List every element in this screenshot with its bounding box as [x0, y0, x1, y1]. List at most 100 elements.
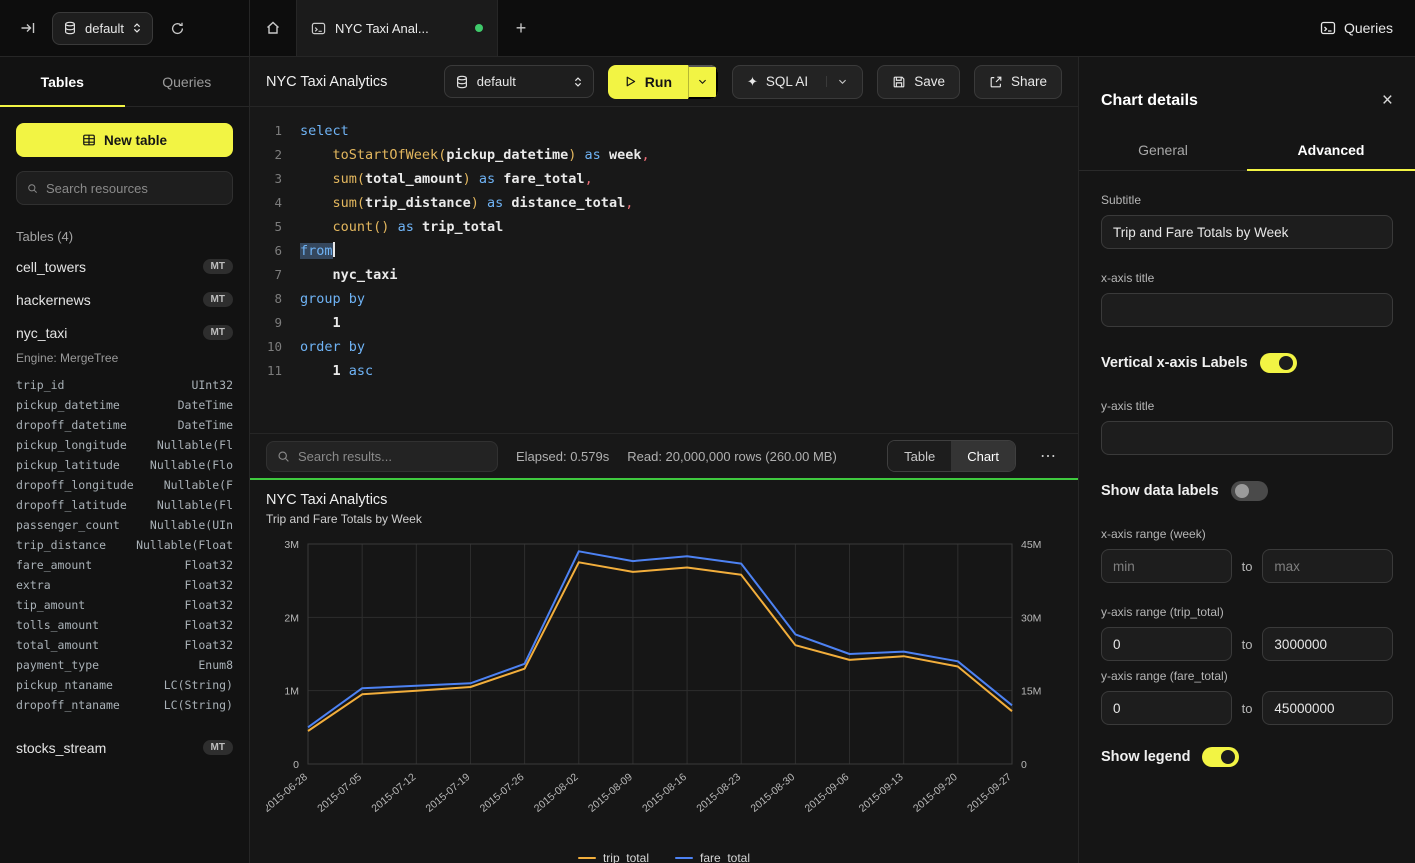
table-item-nyc-taxi[interactable]: nyc_taxi MT — [0, 316, 249, 349]
column-name: pickup_longitude — [16, 435, 127, 455]
view-toggle: Table Chart — [887, 440, 1016, 472]
save-button[interactable]: Save — [877, 65, 960, 99]
column-row[interactable]: tolls_amountFloat32 — [16, 615, 233, 635]
sql-ai-button[interactable]: ✦ SQL AI — [732, 65, 863, 99]
table-grid-icon — [82, 133, 96, 147]
editor-line[interactable]: 11 1 asc — [250, 359, 1078, 383]
column-row[interactable]: dropoff_datetimeDateTime — [16, 415, 233, 435]
editor-line[interactable]: 3 sum(total_amount) as fare_total, — [250, 167, 1078, 191]
legend-item-fare_total[interactable]: fare_total — [675, 851, 750, 863]
subtitle-input[interactable] — [1101, 215, 1393, 249]
query-database-selector[interactable]: default — [444, 65, 594, 98]
column-row[interactable]: trip_distanceNullable(Float — [16, 535, 233, 555]
column-row[interactable]: dropoff_ntanameLC(String) — [16, 695, 233, 715]
queries-button[interactable]: Queries — [1320, 20, 1393, 36]
svg-text:30M: 30M — [1021, 612, 1041, 624]
home-icon[interactable] — [250, 0, 296, 56]
vertical-x-axis-labels-toggle[interactable] — [1260, 353, 1297, 373]
view-toggle-table[interactable]: Table — [888, 441, 951, 471]
column-row[interactable]: total_amountFloat32 — [16, 635, 233, 655]
line-number: 2 — [256, 143, 282, 167]
show-legend-label: Show legend — [1101, 749, 1190, 765]
x-axis-range-label: x-axis range (week) — [1101, 527, 1393, 541]
column-row[interactable]: pickup_datetimeDateTime — [16, 395, 233, 415]
line-number: 8 — [256, 287, 282, 311]
show-data-labels-toggle[interactable] — [1231, 481, 1268, 501]
share-button[interactable]: Share — [974, 65, 1062, 99]
table-name: hackernews — [16, 292, 91, 308]
column-type: Nullable(UIn — [150, 515, 233, 535]
column-row[interactable]: fare_amountFloat32 — [16, 555, 233, 575]
column-row[interactable]: dropoff_latitudeNullable(Fl — [16, 495, 233, 515]
sidebar-tab-queries[interactable]: Queries — [125, 57, 250, 106]
column-row[interactable]: pickup_latitudeNullable(Flo — [16, 455, 233, 475]
x-axis-max-input[interactable] — [1262, 549, 1393, 583]
svg-text:2015-08-30: 2015-08-30 — [748, 771, 797, 815]
y-axis-title-input[interactable] — [1101, 421, 1393, 455]
panel-title: Chart details — [1101, 92, 1198, 110]
sidebar-search-input[interactable] — [46, 181, 222, 196]
svg-text:2015-09-13: 2015-09-13 — [857, 771, 906, 815]
panel-tab-general[interactable]: General — [1079, 130, 1247, 170]
panel-tab-advanced[interactable]: Advanced — [1247, 130, 1415, 170]
updown-chevron-icon — [573, 75, 583, 89]
column-row[interactable]: passenger_countNullable(UIn — [16, 515, 233, 535]
unsaved-changes-dot — [475, 24, 483, 32]
show-legend-toggle[interactable] — [1202, 747, 1239, 767]
code-text: group by — [300, 287, 365, 311]
column-row[interactable]: tip_amountFloat32 — [16, 595, 233, 615]
editor-line[interactable]: 4 sum(trip_distance) as distance_total, — [250, 191, 1078, 215]
svg-text:2015-07-05: 2015-07-05 — [315, 771, 364, 815]
topbar-right: Queries — [1320, 0, 1415, 56]
view-toggle-chart[interactable]: Chart — [951, 441, 1015, 471]
tab-nyc-taxi-analytics[interactable]: NYC Taxi Anal... — [296, 0, 498, 56]
column-row[interactable]: extraFloat32 — [16, 575, 233, 595]
editor-line[interactable]: 10order by — [250, 335, 1078, 359]
column-row[interactable]: pickup_longitudeNullable(Fl — [16, 435, 233, 455]
run-button[interactable]: Run — [608, 65, 688, 99]
y-axis-trip-min-input[interactable] — [1101, 627, 1232, 661]
to-label: to — [1242, 637, 1253, 652]
results-search-input[interactable] — [298, 449, 487, 464]
column-row[interactable]: dropoff_longitudeNullable(F — [16, 475, 233, 495]
text-cursor — [333, 242, 335, 257]
code-text: toStartOfWeek(pickup_datetime) as week, — [300, 143, 650, 167]
collapse-sidebar-icon[interactable] — [14, 14, 42, 42]
new-tab-icon[interactable]: + — [498, 0, 544, 56]
editor-line[interactable]: 9 1 — [250, 311, 1078, 335]
editor-line[interactable]: 5 count() as trip_total — [250, 215, 1078, 239]
editor-line[interactable]: 1select — [250, 119, 1078, 143]
run-options-chevron[interactable] — [688, 65, 718, 99]
new-table-button[interactable]: New table — [16, 123, 233, 157]
editor-line[interactable]: 6from — [250, 239, 1078, 263]
database-selector[interactable]: default — [52, 12, 153, 45]
table-item-stocks-stream[interactable]: stocks_stream MT — [0, 731, 249, 764]
sql-ai-options-chevron[interactable] — [826, 76, 848, 87]
legend-item-trip_total[interactable]: trip_total — [578, 851, 649, 863]
y-axis-fare-max-input[interactable] — [1262, 691, 1393, 725]
column-type: Float32 — [185, 595, 233, 615]
sidebar-tab-tables[interactable]: Tables — [0, 57, 125, 106]
code-text: from — [300, 239, 335, 263]
code-text: select — [300, 119, 349, 143]
column-row[interactable]: payment_typeEnum8 — [16, 655, 233, 675]
editor-line[interactable]: 8 group by — [250, 287, 1078, 311]
editor-line[interactable]: 2 toStartOfWeek(pickup_datetime) as week… — [250, 143, 1078, 167]
refresh-icon[interactable] — [163, 14, 191, 42]
column-row[interactable]: trip_idUInt32 — [16, 375, 233, 395]
x-axis-min-input[interactable] — [1101, 549, 1232, 583]
close-icon[interactable]: × — [1382, 91, 1393, 110]
editor-line[interactable]: 7 nyc_taxi — [250, 263, 1078, 287]
table-item-cell-towers[interactable]: cell_towers MT — [0, 250, 249, 283]
column-type: DateTime — [178, 415, 233, 435]
x-axis-title-input[interactable] — [1101, 293, 1393, 327]
svg-text:2015-08-23: 2015-08-23 — [694, 771, 743, 815]
y-axis-fare-min-input[interactable] — [1101, 691, 1232, 725]
column-row[interactable]: pickup_ntanameLC(String) — [16, 675, 233, 695]
y-axis-trip-max-input[interactable] — [1262, 627, 1393, 661]
ellipsis-icon[interactable]: ⋯ — [1034, 442, 1062, 470]
table-item-hackernews[interactable]: hackernews MT — [0, 283, 249, 316]
sql-editor[interactable]: 1select2 toStartOfWeek(pickup_datetime) … — [250, 107, 1078, 433]
share-icon — [989, 75, 1003, 89]
toggle-knob — [1221, 750, 1235, 764]
